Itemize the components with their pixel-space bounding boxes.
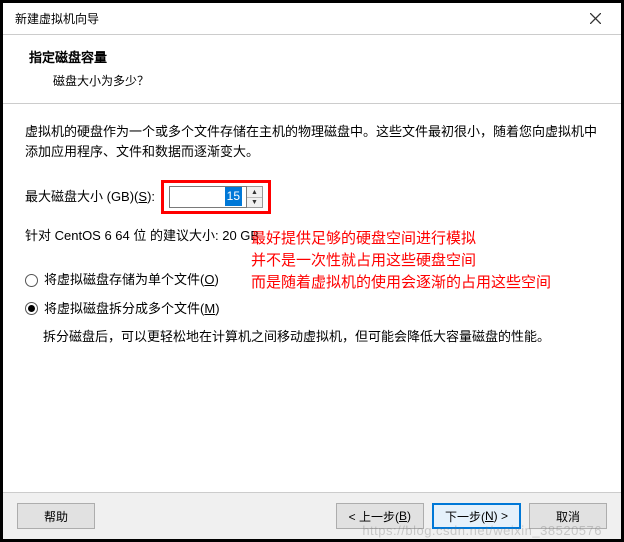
footer-bar: 帮助 < 上一步(B) 下一步(N) > 取消	[3, 492, 621, 539]
recommended-size: 针对 CentOS 6 64 位 的建议大小: 20 GB	[25, 226, 599, 246]
radio-split-files-label: 将虚拟磁盘拆分成多个文件(M)	[44, 299, 220, 319]
cancel-button[interactable]: 取消	[529, 503, 607, 529]
next-button[interactable]: 下一步(N) >	[432, 503, 521, 529]
spin-down-button[interactable]: ▼	[247, 198, 262, 208]
close-icon	[590, 13, 601, 24]
wizard-window: 新建虚拟机向导 指定磁盘容量 磁盘大小为多少？ 虚拟机的硬盘作为一个或多个文件存…	[3, 3, 621, 539]
help-button[interactable]: 帮助	[17, 503, 95, 529]
disk-size-label: 最大磁盘大小 (GB)(S):	[25, 187, 155, 207]
content-area: 虚拟机的硬盘作为一个或多个文件存储在主机的物理磁盘中。这些文件最初很小，随着您向…	[3, 104, 621, 492]
close-button[interactable]	[575, 5, 615, 33]
split-hint: 拆分磁盘后，可以更轻松地在计算机之间移动虚拟机，但可能会降低大容量磁盘的性能。	[25, 327, 599, 347]
radio-single-file[interactable]: 将虚拟磁盘存储为单个文件(O)	[25, 270, 599, 290]
radio-icon	[25, 302, 38, 315]
disk-size-input[interactable]: 15	[169, 186, 247, 208]
titlebar: 新建虚拟机向导	[3, 3, 621, 35]
spin-up-button[interactable]: ▲	[247, 187, 262, 198]
radio-icon	[25, 274, 38, 287]
storage-mode-group: 将虚拟磁盘存储为单个文件(O) 将虚拟磁盘拆分成多个文件(M) 拆分磁盘后，可以…	[25, 270, 599, 346]
disk-description: 虚拟机的硬盘作为一个或多个文件存储在主机的物理磁盘中。这些文件最初很小，随着您向…	[25, 122, 599, 162]
disk-size-highlight: 15 ▲ ▼	[161, 180, 271, 214]
radio-split-files[interactable]: 将虚拟磁盘拆分成多个文件(M)	[25, 299, 599, 319]
page-subtitle: 磁盘大小为多少？	[29, 72, 601, 89]
page-title: 指定磁盘容量	[29, 47, 601, 66]
window-title: 新建虚拟机向导	[15, 10, 99, 27]
disk-size-spinner: ▲ ▼	[247, 186, 263, 208]
back-button[interactable]: < 上一步(B)	[336, 503, 424, 529]
disk-size-row: 最大磁盘大小 (GB)(S): 15 ▲ ▼	[25, 180, 599, 214]
radio-single-file-label: 将虚拟磁盘存储为单个文件(O)	[44, 270, 219, 290]
header-panel: 指定磁盘容量 磁盘大小为多少？	[3, 35, 621, 104]
